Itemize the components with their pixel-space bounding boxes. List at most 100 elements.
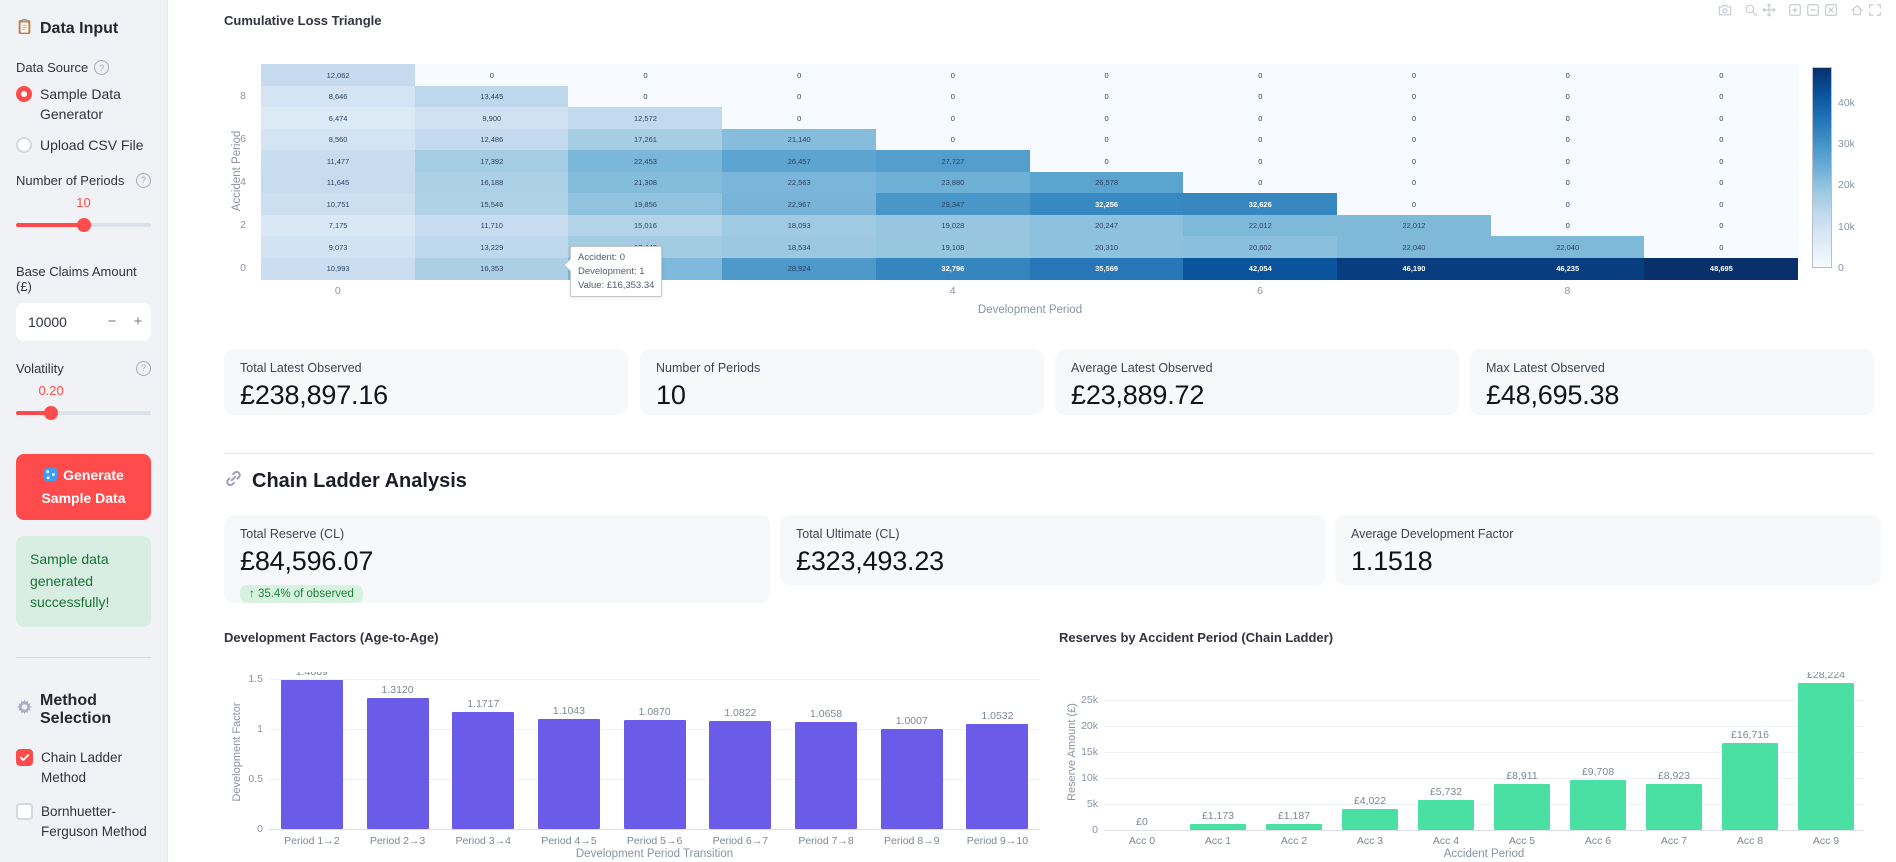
bar-value-label: 1.0532 [981,710,1013,722]
radio-upload-csv-file[interactable]: Upload CSV File [16,135,151,155]
x-axis-title: Development Period Transition [576,848,733,860]
metric-label: Average Latest Observed [1071,361,1443,375]
colorbar-tick: 20k [1838,179,1855,191]
card-label: Average Development Factor [1351,527,1865,541]
heatmap-cell: 0 [1644,193,1798,215]
camera-icon[interactable] [1718,3,1732,17]
heatmap-cell: 0 [1337,193,1491,215]
x-axis-category: Period 7→8 [798,835,853,847]
bar-value-label: £9,708 [1582,766,1614,778]
radio-icon [16,137,32,153]
fullscreen-icon[interactable] [1868,3,1882,17]
heatmap-cell: 0 [1030,86,1184,108]
num-periods-slider[interactable]: 10 [16,212,151,240]
base-claims-value[interactable]: 10000 [16,314,99,330]
heatmap-cell: 0 [1644,172,1798,194]
clipboard-icon [16,18,33,40]
num-periods-label: Number of Periods ? [16,173,151,188]
loss-triangle-heatmap[interactable]: 12,0620000000008,64613,445000000006,4749… [261,64,1798,279]
heatmap-cell: 28,924 [722,258,876,280]
heatmap-cell: 0 [1030,150,1184,172]
heatmap-cell: 0 [1644,236,1798,258]
increment-button[interactable]: + [125,313,151,330]
decrement-button[interactable]: − [99,313,125,330]
slider-thumb[interactable] [77,218,91,232]
card-average-development-factor: Average Development Factor 1.1518 [1335,515,1881,585]
radio-sample-data-generator[interactable]: Sample Data Generator [16,84,151,125]
autoscale-icon[interactable] [1824,3,1838,17]
radio-icon [16,86,32,102]
heatmap-cell: 0 [1491,215,1645,237]
bar-value-label: £5,732 [1430,786,1462,798]
metric-label: Max Latest Observed [1486,361,1858,375]
bar [538,719,600,829]
num-periods-label-text: Number of Periods [16,173,124,188]
heatmap-cell: 21,140 [722,129,876,151]
pan-icon[interactable] [1762,3,1776,17]
heatmap-cell: 0 [1337,64,1491,86]
heatmap-cell: 23,880 [876,172,1030,194]
heatmap-cell: 22,563 [722,172,876,194]
heatmap-cell: 15,546 [415,193,569,215]
reserves-bar-chart[interactable]: 05k10k15k20k25k£0Acc 0£1,173Acc 1£1,187A… [1059,672,1881,862]
heatmap-cell: 32,796 [876,258,1030,280]
slider-value-label: 0.20 [38,383,63,398]
checkbox-bornhuetter-ferguson-method[interactable]: Bornhuetter-Ferguson Method [16,802,151,843]
sidebar-title-text: Data Input [40,20,118,38]
bar [1190,824,1246,830]
bar [1646,784,1702,830]
heatmap-cell: 0 [1491,172,1645,194]
reserves-chart-title: Reserves by Accident Period (Chain Ladde… [1059,630,1333,645]
heatmap-cell: 16,188 [415,172,569,194]
help-icon[interactable]: ? [136,361,151,376]
heatmap-cell: 46,235 [1491,258,1645,280]
zoom-out-icon[interactable] [1806,3,1820,17]
sidebar-divider [16,657,151,658]
bar-value-label: 1.1717 [467,698,499,710]
heatmap-cell: 8,646 [261,86,415,108]
bar [1342,809,1398,830]
heatmap-x-tick: 4 [950,285,956,297]
link-icon [224,469,243,494]
heatmap-cell: 0 [1337,86,1491,108]
slider-thumb[interactable] [44,406,58,420]
home-icon[interactable] [1850,3,1864,17]
generate-sample-data-button[interactable]: Generate Sample Data [16,454,151,520]
card-value: £323,493.23 [796,546,1310,577]
zoom-icon[interactable] [1744,3,1758,17]
checkbox-chain-ladder-method[interactable]: Chain Ladder Method [16,748,151,789]
heatmap-y-tick: 2 [240,219,246,231]
heatmap-cell: 13,445 [415,86,569,108]
heatmap-x-axis-title: Development Period [978,304,1082,316]
bar [1798,683,1854,830]
heatmap-cell: 20,310 [1030,236,1184,258]
heatmap-cell: 0 [1183,64,1337,86]
metric-value: £23,889.72 [1071,380,1443,411]
x-axis-category: Acc 4 [1433,835,1459,847]
y-axis-title: Development Factor [231,702,243,801]
base-claims-label: Base Claims Amount (£) [16,264,151,294]
tooltip-value: Value: £16,353.34 [578,279,654,293]
x-axis-category: Acc 5 [1509,835,1535,847]
base-claims-input[interactable]: 10000 − + [16,303,151,341]
heatmap-cell: 19,856 [568,193,722,215]
heatmap-colorbar [1812,67,1832,268]
volatility-slider[interactable]: 0.20 [16,400,151,428]
heatmap-cell: 16,353 [415,258,569,280]
card-label: Total Ultimate (CL) [796,527,1310,541]
bar-value-label: £8,911 [1506,770,1537,782]
heatmap-cell: 0 [1491,107,1645,129]
gear-icon [16,699,33,721]
help-icon[interactable]: ? [94,60,109,75]
gridline [1104,700,1864,701]
zoom-in-icon[interactable] [1788,3,1802,17]
heatmap-cell: 0 [1644,64,1798,86]
checkbox-label: Bornhuetter-Ferguson Method [41,802,151,843]
base-claims-label-text: Base Claims Amount (£) [16,264,151,294]
dev-factors-bar-chart[interactable]: 00.511.51.4889Period 1→21.3120Period 2→3… [224,672,1050,862]
help-icon[interactable]: ? [136,173,151,188]
heatmap-x-tick: 6 [1257,285,1263,297]
heatmap-cell: 26,578 [1030,172,1184,194]
heatmap-cell: 32,626 [1183,193,1337,215]
card-value: £84,596.07 [240,546,754,577]
